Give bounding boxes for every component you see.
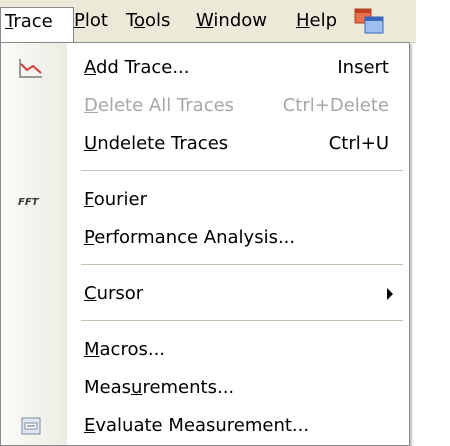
menu-trace-rest: race — [13, 11, 53, 32]
menu-plot-mnemonic: P — [74, 10, 85, 31]
menu-item-macros[interactable]: Macros... — [1, 331, 409, 369]
add-trace-icon — [17, 56, 45, 80]
menu-plot[interactable]: Plot — [70, 8, 124, 34]
menu-window-mnemonic: W — [196, 10, 214, 31]
menu-separator — [81, 264, 403, 265]
menu-window-rest: indow — [213, 10, 267, 31]
menu-item-shortcut: Insert — [337, 57, 389, 78]
menu-item-label: Performance Analysis... — [84, 227, 296, 248]
menu-item-label: Fourier — [84, 189, 148, 210]
menu-tools-rest: ols — [144, 10, 171, 31]
menu-bar: Trace Plot Tools Window Help — [0, 0, 416, 44]
menu-item-cursor[interactable]: Cursor — [1, 275, 409, 313]
menu-item-label: Delete All Traces — [84, 95, 235, 116]
menu-tools-pre: T — [126, 10, 134, 31]
menu-help[interactable]: Help — [292, 8, 350, 34]
menu-item-shortcut: Ctrl+Delete — [282, 95, 389, 116]
menu-help-mnemonic: H — [296, 10, 310, 31]
menu-trace[interactable]: Trace — [0, 7, 74, 44]
menu-item-label: Macros... — [84, 339, 166, 360]
menu-item-measurements[interactable]: Measurements... — [1, 369, 409, 407]
menu-item-performance-analysis[interactable]: Performance Analysis... — [1, 219, 409, 257]
fft-icon: FFT — [17, 188, 45, 212]
fft-icon-text: FFT — [18, 197, 40, 208]
menu-separator — [81, 170, 403, 171]
restore-window-icon[interactable] — [352, 6, 386, 38]
menu-item-fourier[interactable]: FFT Fourier — [1, 181, 409, 219]
menu-separator — [81, 320, 403, 321]
menu-window[interactable]: Window — [192, 8, 296, 34]
trace-menu-dropdown: Add Trace... Insert Delete All Traces Ct… — [0, 42, 410, 446]
menu-item-label: Undelete Traces — [84, 133, 229, 154]
menu-item-add-trace[interactable]: Add Trace... Insert — [1, 49, 409, 87]
menu-tools[interactable]: Tools — [122, 8, 194, 34]
menu-item-shortcut: Ctrl+U — [328, 133, 389, 154]
menu-item-label: Measurements... — [84, 377, 235, 398]
menu-item-label: Add Trace... — [84, 57, 190, 78]
menu-tools-mnemonic: o — [133, 10, 145, 31]
menu-item-delete-all-traces: Delete All Traces Ctrl+Delete — [1, 87, 409, 125]
menu-item-label: Cursor — [84, 283, 144, 304]
menu-item-label: Evaluate Measurement... — [84, 415, 310, 436]
submenu-arrow-icon — [387, 288, 393, 300]
menu-item-evaluate-measurement[interactable]: Evaluate Measurement... — [1, 407, 409, 445]
menu-item-undelete-traces[interactable]: Undelete Traces Ctrl+U — [1, 125, 409, 163]
menu-plot-rest: lot — [84, 10, 108, 31]
evaluate-measurement-icon — [17, 414, 45, 438]
menu-help-rest: elp — [309, 10, 338, 31]
application-window: Trace Plot Tools Window Help Add Trace..… — [0, 0, 450, 446]
